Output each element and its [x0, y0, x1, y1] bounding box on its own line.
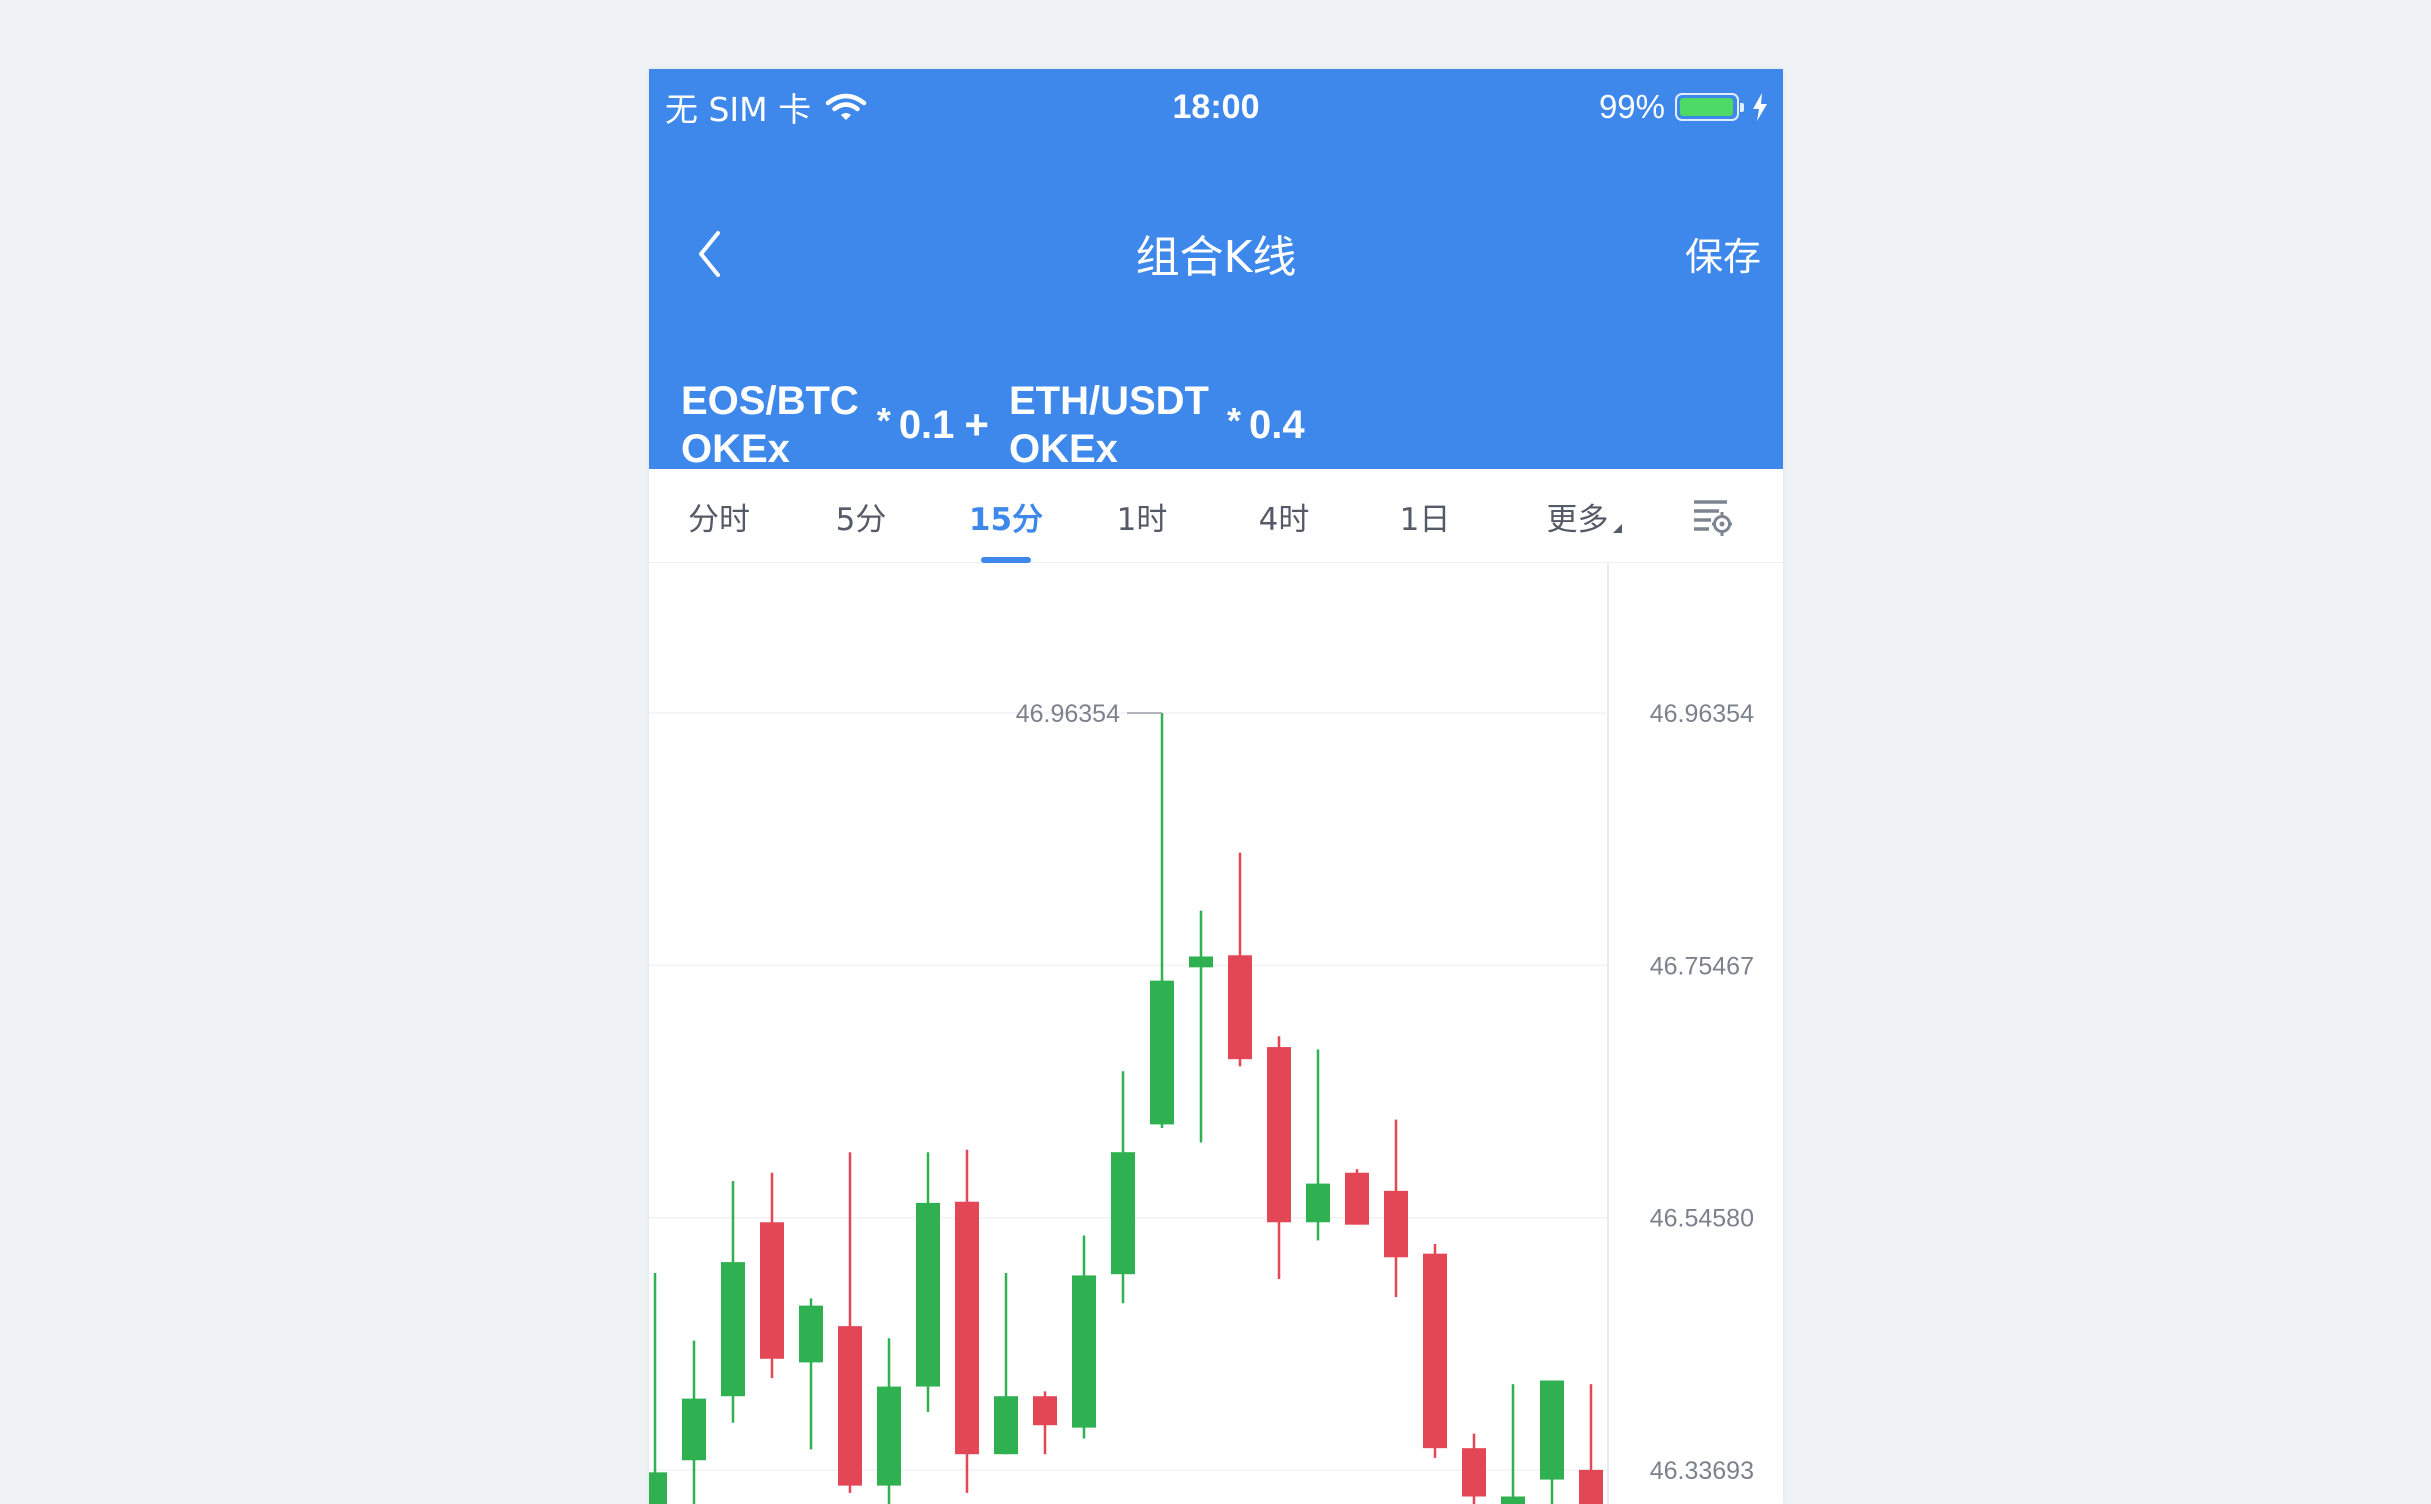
candle-body [877, 1386, 901, 1486]
period-tabs: 分时 5分 15分 1时 4时 1日 更多 [649, 469, 1783, 563]
candle-body [955, 1201, 979, 1455]
tab-15min[interactable]: 15分 [951, 469, 1061, 563]
pair-2-multiplier-value: 0.4 [1248, 402, 1305, 447]
tab-1hour[interactable]: 1时 [1097, 469, 1187, 563]
header: 无 SIM 卡 18:00 99% 组合K线 保存 EOS/BTC OKEx *… [649, 69, 1783, 471]
y-axis-label: 46.33693 [1650, 1457, 1754, 1485]
tab-label: 1日 [1399, 501, 1451, 538]
candle-body [1345, 1172, 1369, 1225]
save-button[interactable]: 保存 [1685, 217, 1761, 289]
pair-2[interactable]: ETH/USDT OKEx [1009, 377, 1209, 473]
tab-label: 5分 [835, 501, 887, 538]
tab-4hour[interactable]: 4时 [1239, 469, 1329, 563]
combination-formula: EOS/BTC OKEx * 0.1 + ETH/USDT OKEx * 0.4 [681, 377, 1305, 473]
candle-body [1228, 955, 1252, 1060]
candle-body [1306, 1183, 1330, 1223]
candle-body [1579, 1469, 1603, 1504]
tab-timeshare[interactable]: 分时 [674, 469, 764, 563]
tab-more[interactable]: 更多 [1519, 469, 1649, 563]
max-price-label: 46.96354 [1016, 700, 1120, 728]
battery-icon [1675, 93, 1744, 121]
pair-2-multiplier[interactable]: * 0.4 [1226, 400, 1305, 448]
candle-body [1540, 1380, 1564, 1480]
candle-body [1072, 1275, 1096, 1428]
candle-body [1150, 980, 1174, 1125]
dropdown-triangle-icon [1612, 523, 1622, 533]
tab-label: 更多 [1546, 501, 1609, 538]
candle-body [721, 1262, 745, 1397]
status-right: 99% [1599, 77, 1769, 137]
kline-chart[interactable]: 46.96354 46.75467 46.54580 46.33693 46.96354 [649, 563, 1783, 1504]
pair-1[interactable]: EOS/BTC OKEx [681, 377, 859, 473]
candle-body [1189, 956, 1213, 968]
multiply-sign: * [1226, 400, 1241, 441]
y-axis-label: 46.75467 [1650, 952, 1754, 980]
multiply-sign: * [876, 400, 891, 441]
pair-1-multiplier-value: 0.1 [898, 402, 955, 447]
kline-chart-svg[interactable]: 46.96354 46.75467 46.54580 46.33693 46.96354 [649, 563, 1783, 1504]
tab-5min[interactable]: 5分 [816, 469, 906, 563]
pair-1-exchange: OKEx [681, 427, 790, 471]
candle-body [799, 1305, 823, 1363]
candle-body [682, 1398, 706, 1461]
pair-1-multiplier[interactable]: * 0.1 [876, 400, 955, 448]
candle-body [1423, 1253, 1447, 1449]
tab-label: 分时 [688, 501, 750, 538]
candle-body [994, 1396, 1018, 1455]
candle-body [916, 1202, 940, 1387]
candle-body [1267, 1047, 1291, 1223]
candle-body [1033, 1396, 1057, 1426]
tab-label: 1时 [1116, 501, 1168, 538]
candle-body [1462, 1448, 1486, 1497]
y-axis-label: 46.54580 [1650, 1205, 1754, 1233]
pair-1-symbol: EOS/BTC [681, 379, 859, 423]
candle-body [1111, 1152, 1135, 1275]
plus-operator: + [964, 401, 989, 448]
tab-label: 15分 [968, 501, 1044, 538]
candle-body [760, 1222, 784, 1359]
tab-1day[interactable]: 1日 [1380, 469, 1470, 563]
candle-body [838, 1326, 862, 1486]
candle-body [649, 1472, 667, 1504]
battery-percent: 99% [1598, 88, 1665, 125]
y-axis-label: 46.96354 [1650, 700, 1754, 728]
tab-label: 4时 [1258, 501, 1310, 538]
lightning-icon [1753, 93, 1767, 121]
page-title: 组合K线 [1135, 232, 1297, 283]
pair-2-symbol: ETH/USDT [1008, 379, 1209, 423]
chart-settings-icon[interactable] [1691, 496, 1733, 536]
candle-body [1384, 1190, 1408, 1258]
candle-body [1501, 1496, 1525, 1504]
pair-2-exchange: OKEx [1008, 427, 1118, 471]
phone-screen: 无 SIM 卡 18:00 99% 组合K线 保存 EOS/BTC OKEx *… [649, 69, 1783, 1504]
